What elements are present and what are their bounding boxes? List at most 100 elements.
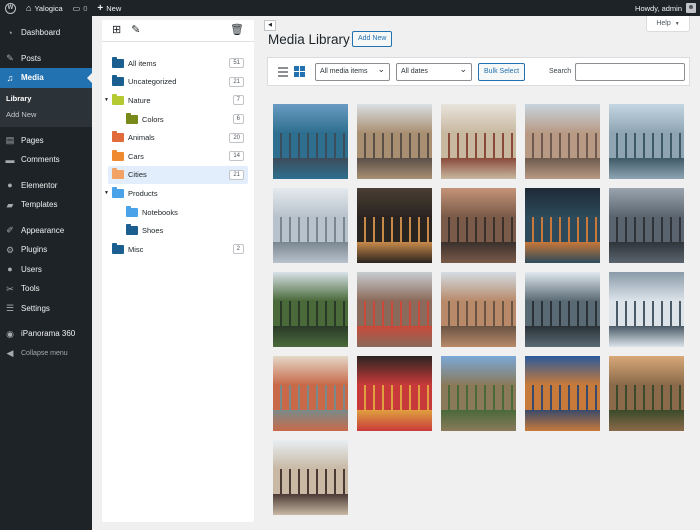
comment-icon: ▭ bbox=[72, 3, 81, 13]
media-thumbnail[interactable] bbox=[441, 188, 516, 263]
menu-pages[interactable]: ▤ Pages bbox=[0, 131, 92, 151]
add-new-button[interactable]: Add New bbox=[352, 31, 393, 47]
folder-count: 7 bbox=[232, 95, 244, 106]
bulk-select-button[interactable]: Bulk Select bbox=[478, 63, 526, 81]
collapse-menu-button[interactable]: ◀ Collapse menu bbox=[0, 344, 92, 364]
elementor-icon: ● bbox=[7, 180, 13, 191]
folder-count: 2 bbox=[232, 244, 244, 255]
folder-label: Animals bbox=[128, 133, 155, 143]
submenu-library[interactable]: Library bbox=[0, 91, 92, 107]
folder-icon bbox=[112, 131, 124, 143]
collapse-icon: ◀ bbox=[6, 348, 14, 359]
greeting: Howdy, admin bbox=[635, 3, 682, 13]
submenu-add-new[interactable]: Add New bbox=[0, 107, 92, 123]
date-filter-select[interactable]: All dates bbox=[396, 61, 472, 81]
menu-plugins[interactable]: ⚙ Plugins bbox=[0, 240, 92, 260]
rename-folder-icon[interactable]: ✎ bbox=[131, 25, 140, 36]
wordpress-logo-menu[interactable]: W bbox=[0, 0, 21, 16]
folder-notebooks[interactable]: Notebooks bbox=[102, 203, 254, 222]
folder-cities[interactable]: Cities 21 bbox=[108, 165, 248, 185]
site-name-link[interactable]: ⌂ Yalogica bbox=[21, 0, 68, 16]
media-thumbnail[interactable] bbox=[357, 188, 432, 263]
folder-label: All items bbox=[128, 58, 157, 68]
media-thumbnail[interactable] bbox=[609, 104, 684, 179]
comments-count: 0 bbox=[83, 3, 88, 13]
folder-count: 51 bbox=[229, 58, 244, 69]
menu-appearance[interactable]: ✐ Appearance bbox=[0, 221, 92, 241]
comment-icon: ▬ bbox=[5, 154, 15, 165]
folder-all-items[interactable]: All items 51 bbox=[102, 54, 254, 73]
media-thumbnail[interactable] bbox=[525, 272, 600, 347]
folder-label: Cars bbox=[128, 151, 144, 161]
folder-misc[interactable]: Misc 2 bbox=[102, 240, 254, 259]
new-content-link[interactable]: + New bbox=[92, 0, 126, 16]
media-thumbnail[interactable] bbox=[273, 188, 348, 263]
media-type-select[interactable]: All media items bbox=[315, 61, 390, 81]
media-thumbnail[interactable] bbox=[273, 356, 348, 431]
help-tab[interactable]: Help ▼ bbox=[646, 16, 690, 32]
page-title: Media Library bbox=[268, 32, 350, 47]
expand-caret-icon[interactable]: ▼ bbox=[104, 97, 109, 103]
media-thumbnail[interactable] bbox=[357, 104, 432, 179]
folder-icon bbox=[112, 186, 124, 198]
folder-colors[interactable]: Colors 6 bbox=[102, 110, 254, 129]
folder-products[interactable]: ▼ Products bbox=[102, 184, 254, 203]
folder-panel: ⊞ ✎ 🗑 All items 51 Uncategorized 21 ▼ Na… bbox=[102, 20, 254, 522]
folder-icon: ▰ bbox=[6, 199, 14, 210]
comments-link[interactable]: ▭ 0 bbox=[68, 0, 93, 16]
media-thumbnail[interactable] bbox=[609, 188, 684, 263]
menu-label: Dashboard bbox=[21, 28, 61, 38]
media-thumbnail[interactable] bbox=[273, 440, 348, 515]
list-view-icon[interactable] bbox=[278, 67, 288, 77]
media-thumbnail[interactable] bbox=[525, 104, 600, 179]
media-thumbnail[interactable] bbox=[525, 356, 600, 431]
folder-icon bbox=[112, 56, 124, 68]
pin-icon: ✎ bbox=[6, 53, 14, 64]
menu-label: Appearance bbox=[21, 225, 65, 235]
media-thumbnail[interactable] bbox=[441, 104, 516, 179]
menu-dashboard[interactable]: ◔ Dashboard bbox=[0, 23, 92, 43]
folder-label: Cities bbox=[128, 170, 147, 180]
folder-cars[interactable]: Cars 14 bbox=[102, 147, 254, 166]
menu-label: Collapse menu bbox=[21, 349, 68, 357]
wordpress-logo-icon: W bbox=[5, 2, 16, 14]
media-thumbnail[interactable] bbox=[357, 272, 432, 347]
media-thumbnail[interactable] bbox=[441, 272, 516, 347]
menu-templates[interactable]: ▰ Templates bbox=[0, 195, 92, 215]
menu-elementor[interactable]: ● Elementor bbox=[0, 176, 92, 196]
trash-icon[interactable]: 🗑 bbox=[230, 25, 244, 36]
grid-view-icon[interactable] bbox=[294, 66, 305, 77]
media-thumbnail[interactable] bbox=[273, 104, 348, 179]
folder-count: 6 bbox=[232, 114, 244, 125]
folder-uncategorized[interactable]: Uncategorized 21 bbox=[102, 73, 254, 92]
folder-count: 14 bbox=[229, 151, 244, 162]
menu-settings[interactable]: ☰ Settings bbox=[0, 299, 92, 319]
folder-label: Nature bbox=[128, 95, 151, 105]
folder-shoes[interactable]: Shoes bbox=[102, 221, 254, 240]
menu-label: Plugins bbox=[21, 245, 48, 255]
folder-animals[interactable]: Animals 20 bbox=[102, 128, 254, 147]
new-folder-icon[interactable]: ⊞ bbox=[112, 25, 121, 36]
folder-count: 21 bbox=[229, 76, 244, 87]
media-thumbnail[interactable] bbox=[357, 356, 432, 431]
folder-icon bbox=[112, 75, 124, 87]
folder-nature[interactable]: ▼ Nature 7 bbox=[102, 91, 254, 110]
menu-label: Tools bbox=[21, 284, 40, 294]
menu-tools[interactable]: ✂ Tools bbox=[0, 279, 92, 299]
users-icon: ● bbox=[7, 264, 13, 275]
media-thumbnail[interactable] bbox=[441, 356, 516, 431]
media-thumbnail[interactable] bbox=[525, 188, 600, 263]
search-input[interactable] bbox=[575, 63, 685, 81]
expand-caret-icon[interactable]: ▼ bbox=[104, 190, 109, 196]
folder-label: Uncategorized bbox=[128, 77, 177, 87]
account-menu[interactable]: Howdy, admin bbox=[630, 0, 700, 16]
menu-users[interactable]: ● Users bbox=[0, 260, 92, 280]
media-thumbnail[interactable] bbox=[609, 356, 684, 431]
menu-ipanorama[interactable]: ◉ iPanorama 360 bbox=[0, 324, 92, 344]
collapse-panel-arrow-icon[interactable]: ◀ bbox=[264, 20, 276, 31]
media-thumbnail[interactable] bbox=[273, 272, 348, 347]
menu-posts[interactable]: ✎ Posts bbox=[0, 49, 92, 69]
media-thumbnail[interactable] bbox=[609, 272, 684, 347]
menu-comments[interactable]: ▬ Comments bbox=[0, 150, 92, 170]
menu-media[interactable]: ♫ Media bbox=[0, 68, 92, 88]
